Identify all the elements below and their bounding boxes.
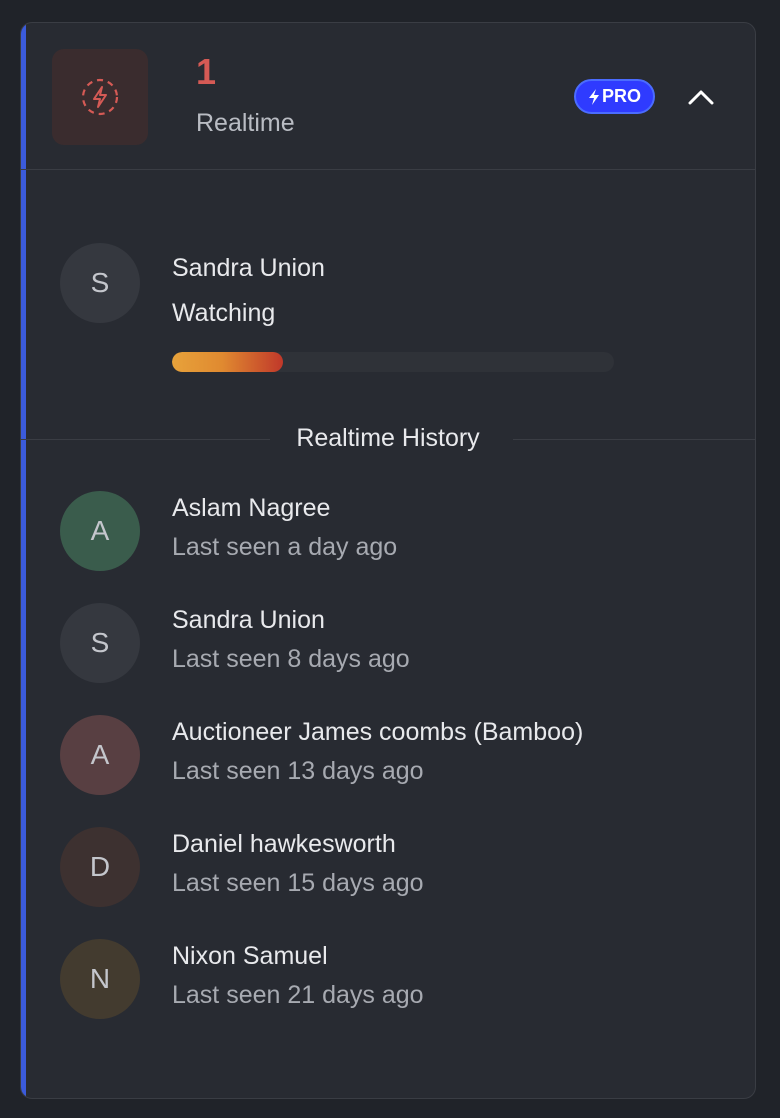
- avatar: D: [60, 827, 140, 907]
- avatar: S: [60, 603, 140, 683]
- realtime-label: Realtime: [196, 109, 295, 137]
- realtime-card: 1 Realtime PRO S Sandra Union Watching R…: [20, 22, 756, 1099]
- watch-progress-bar: [172, 352, 614, 372]
- watch-progress-fill: [172, 352, 283, 372]
- avatar-letter: A: [90, 515, 110, 546]
- avatar-letter: N: [89, 963, 111, 994]
- history-name: Sandra Union: [172, 606, 325, 634]
- avatar-letter: S: [90, 267, 110, 298]
- avatar: S: [60, 243, 140, 323]
- history-name: Auctioneer James coombs (Bamboo): [172, 718, 584, 746]
- accent-bar: [21, 23, 26, 1098]
- history-name: Nixon Samuel: [172, 942, 328, 970]
- pro-badge-label: PRO: [601, 86, 641, 106]
- card-header: 1 Realtime PRO: [21, 23, 755, 170]
- avatar-letter: S: [90, 627, 110, 658]
- history-last-seen: Last seen 8 days ago: [172, 645, 410, 673]
- viewer-status: Watching: [172, 299, 276, 327]
- bolt-circle-icon: [52, 49, 148, 145]
- bolt-icon: [588, 88, 599, 105]
- history-last-seen: Last seen 21 days ago: [172, 981, 424, 1009]
- history-last-seen: Last seen 13 days ago: [172, 757, 424, 785]
- viewer-name: Sandra Union: [172, 254, 325, 282]
- pro-badge[interactable]: PRO: [574, 79, 655, 114]
- chevron-up-icon: [688, 90, 714, 105]
- realtime-count: 1: [196, 51, 217, 92]
- history-last-seen: Last seen 15 days ago: [172, 869, 424, 897]
- avatar-letter: A: [90, 739, 110, 770]
- history-name: Aslam Nagree: [172, 494, 331, 522]
- avatar: A: [60, 715, 140, 795]
- avatar-letter: D: [89, 851, 111, 882]
- avatar: A: [60, 491, 140, 571]
- history-name: Daniel hawkesworth: [172, 830, 396, 858]
- history-last-seen: Last seen a day ago: [172, 533, 398, 561]
- divider-right: [513, 439, 755, 440]
- collapse-button[interactable]: [681, 79, 721, 115]
- avatar: N: [60, 939, 140, 1019]
